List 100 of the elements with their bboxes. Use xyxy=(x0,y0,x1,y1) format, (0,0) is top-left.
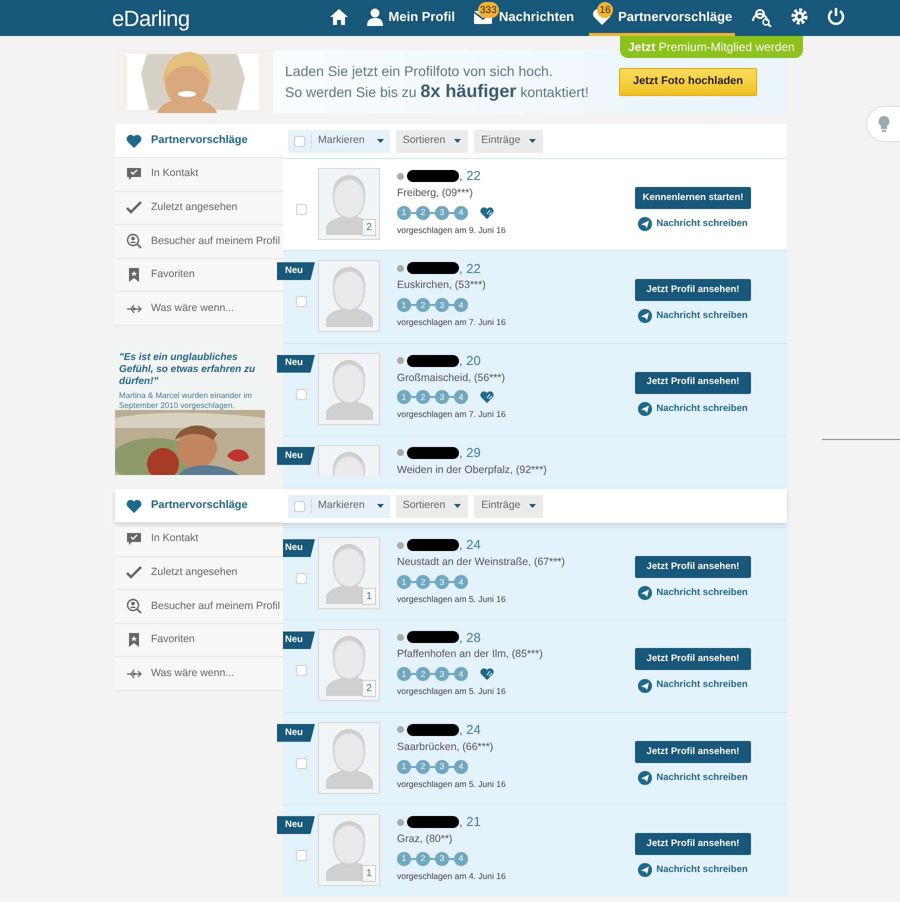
paper-plane-icon xyxy=(638,309,652,324)
location-text: Freiberg, (09***) xyxy=(397,186,474,201)
dropdown-button[interactable]: Einträge xyxy=(474,130,544,152)
person-search-icon xyxy=(750,6,772,26)
progress-steps: 1 2 3 4 xyxy=(397,667,468,682)
photo-count: 2 xyxy=(362,219,376,236)
cta-button[interactable]: Jetzt Profil ansehen! xyxy=(635,648,751,670)
select-dropdown[interactable]: Markieren xyxy=(288,130,390,152)
bookmark-icon xyxy=(126,632,142,648)
cta-button[interactable]: Jetzt Profil ansehen! xyxy=(635,556,751,578)
person-search-icon xyxy=(126,598,142,614)
paper-plane-icon xyxy=(638,678,652,693)
upload-photo-button[interactable]: Jetzt Foto hochladen xyxy=(619,68,757,96)
location-text: Saarbrücken, (66***) xyxy=(397,740,494,755)
checkbox[interactable] xyxy=(296,573,307,584)
date-text: vorgeschlagen am 4. Juni 16 xyxy=(397,870,506,883)
progress-steps: 1 2 3 4 xyxy=(397,298,468,312)
chat-bubble-icon xyxy=(126,531,142,548)
checkbox[interactable] xyxy=(296,388,307,400)
redaction-mark xyxy=(407,539,459,552)
sidebar-item[interactable]: Partnervorschläge xyxy=(115,124,283,158)
date-text: vorgeschlagen am 5. Juni 16 xyxy=(397,685,507,698)
chat-bubble-icon xyxy=(126,166,142,182)
checkbox[interactable] xyxy=(296,850,307,862)
sidebar-item[interactable]: Zuletzt angesehen xyxy=(115,192,283,226)
cta-button[interactable]: Jetzt Profil ansehen! xyxy=(635,833,751,856)
progress-steps: 1 2 3 4 xyxy=(397,574,468,589)
location-text: Großmaischeid, (56***) xyxy=(397,370,506,386)
redaction-mark xyxy=(407,354,459,367)
user-icon xyxy=(366,8,383,26)
message-link[interactable]: Nachricht schreiben xyxy=(638,770,748,786)
sidebar-item[interactable]: Was wäre wenn... xyxy=(115,292,283,326)
caret-icon xyxy=(376,504,384,508)
sidebar-item[interactable]: Besucher auf meinem Profil xyxy=(115,225,283,259)
date-text: vorgeschlagen am 9. Juni 16 xyxy=(397,224,506,236)
select-dropdown[interactable]: Markieren xyxy=(288,494,390,518)
checkbox[interactable] xyxy=(294,136,305,146)
sidebar-item[interactable]: Zuletzt angesehen xyxy=(115,556,283,590)
logo[interactable]: eDarling xyxy=(112,2,190,34)
photo-count: 1 xyxy=(362,588,376,606)
age-text: , 29 xyxy=(459,444,481,462)
new-ribbon: Neu xyxy=(277,724,315,742)
cta-button[interactable]: Jetzt Profil ansehen! xyxy=(635,279,751,302)
bookmark-icon xyxy=(126,267,142,284)
date-text: vorgeschlagen am 7. Juni 16 xyxy=(397,408,506,422)
age-text: , 24 xyxy=(459,721,481,740)
message-link[interactable]: Nachricht schreiben xyxy=(638,678,748,693)
location-text: Neustadt an der Weinstraße, (67***) xyxy=(397,555,565,570)
dropdown-button[interactable]: Sortieren xyxy=(396,494,468,518)
photo-count: 1 xyxy=(362,865,376,882)
count-badge: 16 xyxy=(597,2,614,18)
checkbox[interactable] xyxy=(294,500,305,512)
paper-plane-icon xyxy=(638,217,652,232)
dropdown-button[interactable]: Einträge xyxy=(474,494,544,518)
sidebar-item[interactable]: Partnervorschläge xyxy=(115,489,283,523)
paper-plane-icon xyxy=(638,863,652,878)
person-search-icon xyxy=(126,233,142,250)
cta-button[interactable]: Jetzt Profil ansehen! xyxy=(635,372,751,394)
location-text: Graz, (80**) xyxy=(397,832,454,848)
message-link[interactable]: Nachricht schreiben xyxy=(638,402,748,416)
settings-icon xyxy=(790,7,810,26)
avatar-placeholder xyxy=(318,444,380,476)
cta-button[interactable]: Jetzt Profil ansehen! xyxy=(635,740,751,763)
banner-text: So werden Sie bis zu 8x häufiger kontaktiert! xyxy=(285,81,590,102)
nav-link[interactable]: Mein Profil xyxy=(364,0,458,36)
sidebar-item[interactable]: Favoriten xyxy=(115,258,283,292)
redaction-mark xyxy=(407,262,459,274)
count-badge: 333 xyxy=(478,2,499,18)
caret-icon xyxy=(454,139,462,143)
caret-icon xyxy=(454,504,462,508)
message-link[interactable]: Nachricht schreiben xyxy=(638,863,748,878)
message-link[interactable]: Nachricht schreiben xyxy=(638,309,748,324)
dropdown-button[interactable]: Sortieren xyxy=(396,130,468,152)
photo-count: 2 xyxy=(362,680,376,698)
date-text: vorgeschlagen am 5. Juni 16 xyxy=(397,778,506,790)
checkmark-icon xyxy=(126,200,142,216)
age-text: , 28 xyxy=(459,628,481,647)
checkbox[interactable] xyxy=(296,296,307,308)
cta-button[interactable]: Kennenlernen starten! xyxy=(635,187,751,209)
progress-steps: 1 2 3 4 xyxy=(397,206,468,220)
checkmark-icon xyxy=(126,564,142,581)
sidebar-item[interactable]: In Kontakt xyxy=(115,158,283,192)
message-link[interactable]: Nachricht schreiben xyxy=(638,217,748,232)
avatar-placeholder xyxy=(318,168,380,240)
message-link[interactable]: Nachricht schreiben xyxy=(638,586,748,600)
hint-tab[interactable] xyxy=(866,106,900,142)
checkbox[interactable] xyxy=(296,758,307,769)
banner-text: Laden Sie jetzt ein Profilfoto von sich hoch. xyxy=(285,62,554,81)
checkbox[interactable] xyxy=(296,665,307,676)
lightbulb-icon xyxy=(877,115,891,133)
redaction-mark xyxy=(407,446,459,459)
new-ribbon: Neu xyxy=(277,816,315,834)
paper-plane-icon xyxy=(638,770,652,785)
location-text: Euskirchen, (53***) xyxy=(397,278,487,294)
age-text: , 22 xyxy=(459,260,481,278)
caret-icon xyxy=(376,139,384,143)
checkbox[interactable] xyxy=(296,204,307,215)
new-ribbon: Neu xyxy=(277,446,315,465)
heart-icon xyxy=(126,132,142,148)
new-ribbon: Neu xyxy=(277,354,315,373)
